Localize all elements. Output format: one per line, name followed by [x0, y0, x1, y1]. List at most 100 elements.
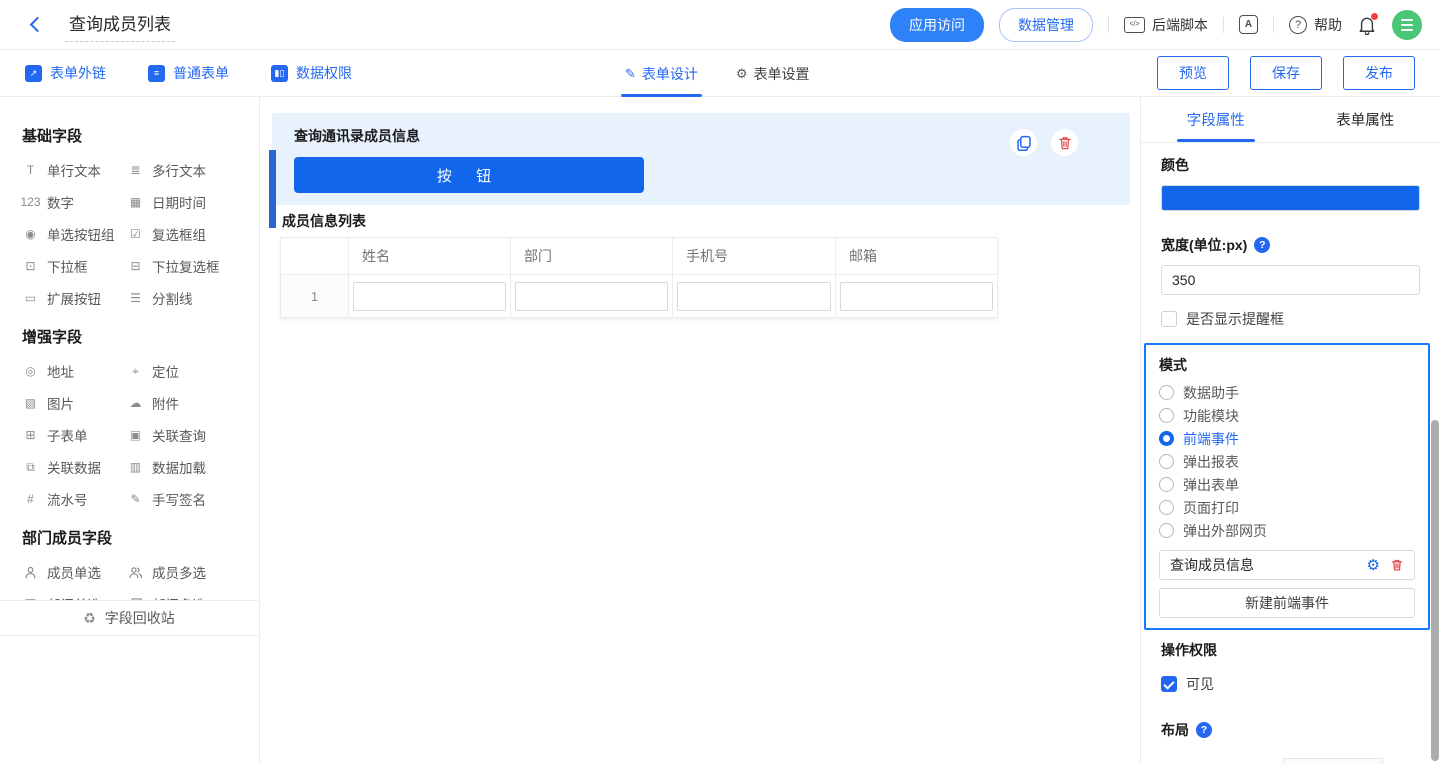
field-item-label: 数据加载 [152, 457, 206, 477]
field-library-item[interactable]: ⊞ 子表单 [22, 419, 127, 451]
property-tab[interactable]: 表单属性 [1291, 97, 1440, 142]
action-button[interactable]: 预览 [1157, 56, 1229, 90]
form-toolbar: ↗ 表单外链 ≡ 普通表单 ▮▯ 数据权限 ✎ 表单设计 ⚙ 表单设置 [0, 50, 1440, 97]
field-library-item[interactable]: 成员单选 [22, 556, 127, 588]
new-frontend-event-button[interactable]: 新建前端事件 [1159, 588, 1415, 618]
mode-radio-option[interactable]: 弹出报表 [1159, 450, 1415, 473]
selected-button-field[interactable]: 查询通讯录成员信息 按 钮 [272, 113, 1130, 205]
panel-scrollbar[interactable] [1431, 420, 1439, 761]
toolbar-link-label: 数据权限 [296, 63, 352, 83]
action-button[interactable]: 发布 [1343, 56, 1415, 90]
field-library-item[interactable]: ▥ 数据加载 [127, 451, 232, 483]
toolbar-link[interactable]: ↗ 表单外链 [25, 63, 106, 83]
property-tab[interactable]: 字段属性 [1141, 97, 1291, 142]
address-icon: ◎ [22, 364, 39, 378]
mode-radio-option[interactable]: 页面打印 [1159, 496, 1415, 519]
field-library-item[interactable]: ◎ 地址 [22, 355, 127, 387]
design-tab[interactable]: ✎ 表单设计 [625, 50, 698, 97]
reminder-checkbox[interactable] [1161, 311, 1177, 327]
field-library-item[interactable]: 成员多选 [127, 556, 232, 588]
width-input[interactable] [1161, 265, 1420, 295]
back-icon[interactable] [30, 17, 46, 33]
external-link-icon: ↗ [25, 65, 42, 82]
mode-radio-option[interactable]: 数据助手 [1159, 381, 1415, 404]
field-library-item[interactable]: ⊡ 下拉框 [22, 250, 127, 282]
field-library-item[interactable]: ◉ 单选按钮组 [22, 218, 127, 250]
field-item-label: 地址 [47, 361, 74, 381]
mode-radio-option[interactable]: 功能模块 [1159, 404, 1415, 427]
radio-icon [1159, 523, 1174, 538]
field-library-item[interactable]: ☑ 复选框组 [127, 218, 232, 250]
action-button[interactable]: 保存 [1250, 56, 1322, 90]
dropdown-icon: ⊡ [22, 259, 39, 273]
field-library-item[interactable]: ⊟ 下拉复选框 [127, 250, 232, 282]
form-links: ↗ 表单外链 ≡ 普通表单 ▮▯ 数据权限 [25, 63, 352, 83]
layout-help-icon[interactable]: ? [1196, 722, 1212, 738]
field-library-item[interactable]: ≣ 多行文本 [127, 154, 232, 186]
field-library-item[interactable]: 123 数字 [22, 186, 127, 218]
gear-icon[interactable]: ⚙ [1367, 558, 1380, 573]
phone-cell-input[interactable] [677, 282, 831, 311]
language-icon[interactable]: A [1239, 15, 1258, 34]
reminder-checkbox-row[interactable]: 是否显示提醒框 [1161, 309, 1420, 329]
design-tab[interactable]: ⚙ 表单设置 [736, 50, 810, 97]
serial-number-icon: # [22, 492, 39, 506]
field-library-item[interactable]: ▦ 日期时间 [127, 186, 232, 218]
subform-column-header: 手机号 [673, 238, 836, 275]
copy-field-icon[interactable] [1010, 129, 1037, 156]
field-item-label: 图片 [47, 393, 74, 413]
delete-event-icon[interactable] [1390, 558, 1404, 572]
permission-title: 操作权限 [1161, 640, 1420, 660]
mode-option-label: 数据助手 [1183, 383, 1239, 403]
width-ratio-select[interactable]: 全部 ▾ [1283, 758, 1383, 764]
field-recycle-bin[interactable]: ♻ 字段回收站 [0, 600, 258, 636]
visible-checkbox-row[interactable]: 可见 [1161, 674, 1420, 694]
field-library-item[interactable]: ⧉ 关联数据 [22, 451, 127, 483]
subform-header-row: 姓名部门手机号邮箱 [281, 238, 998, 275]
field-library-item[interactable]: ☰ 分割线 [127, 282, 232, 314]
field-library-item[interactable]: ▭ 扩展按钮 [22, 282, 127, 314]
basic-field-grid: T 单行文本 ≣ 多行文本 123 数字 ▦ 日期时间 ◉ 单选按钮组 [22, 154, 259, 314]
mode-radio-option[interactable]: 弹出表单 [1159, 473, 1415, 496]
field-library-item[interactable]: ▣ 关联查询 [127, 419, 232, 451]
dropdown-multi-icon: ⊟ [127, 259, 144, 273]
backend-script-button[interactable]: </> 后端脚本 [1124, 15, 1208, 35]
field-library-item[interactable]: ☁ 附件 [127, 387, 232, 419]
divider [1273, 17, 1274, 33]
mode-radio-option[interactable]: 弹出外部网页 [1159, 519, 1415, 542]
field-library-item[interactable]: # 流水号 [22, 483, 127, 515]
email-cell-input[interactable] [840, 282, 993, 311]
field-library-item[interactable]: T 单行文本 [22, 154, 127, 186]
color-swatch[interactable] [1161, 185, 1420, 211]
mode-option-label: 前端事件 [1183, 429, 1239, 449]
field-library-item[interactable]: ▧ 图片 [22, 387, 127, 419]
multi-line-text-icon: ≣ [127, 163, 144, 177]
field-item-label: 多行文本 [152, 160, 206, 180]
frontend-event-item[interactable]: 查询成员信息 ⚙ [1159, 550, 1415, 580]
form-button[interactable]: 按 钮 [294, 157, 644, 193]
toolbar-link[interactable]: ≡ 普通表单 [148, 63, 229, 83]
field-library-item[interactable]: ⌖ 定位 [127, 355, 232, 387]
publish-actions: 预览 保存 发布 [1157, 56, 1415, 90]
avatar[interactable] [1392, 10, 1422, 40]
department-cell-input[interactable] [515, 282, 668, 311]
member-subform-table: 姓名部门手机号邮箱 1 [280, 237, 998, 318]
width-help-icon[interactable]: ? [1254, 237, 1270, 253]
data-manage-button[interactable]: 数据管理 [999, 8, 1093, 42]
mode-option-label: 弹出表单 [1183, 475, 1239, 495]
radio-group-icon: ◉ [22, 227, 39, 241]
name-cell-input[interactable] [353, 282, 506, 311]
notification-bell-icon[interactable] [1357, 15, 1377, 35]
delete-field-icon[interactable] [1051, 129, 1078, 156]
mode-title: 模式 [1159, 355, 1415, 375]
page-title[interactable]: 查询成员列表 [65, 8, 175, 42]
mode-option-label: 功能模块 [1183, 406, 1239, 426]
mode-radio-option[interactable]: 前端事件 [1159, 427, 1415, 450]
visible-checkbox[interactable] [1161, 676, 1177, 692]
app-access-button[interactable]: 应用访问 [890, 8, 984, 42]
field-library-item[interactable]: ✎ 手写签名 [127, 483, 232, 515]
toolbar-link[interactable]: ▮▯ 数据权限 [271, 63, 352, 83]
recycle-label: 字段回收站 [105, 608, 175, 628]
help-button[interactable]: ? 帮助 [1289, 15, 1342, 35]
width-label: 宽度(单位:px) ? [1161, 235, 1420, 255]
